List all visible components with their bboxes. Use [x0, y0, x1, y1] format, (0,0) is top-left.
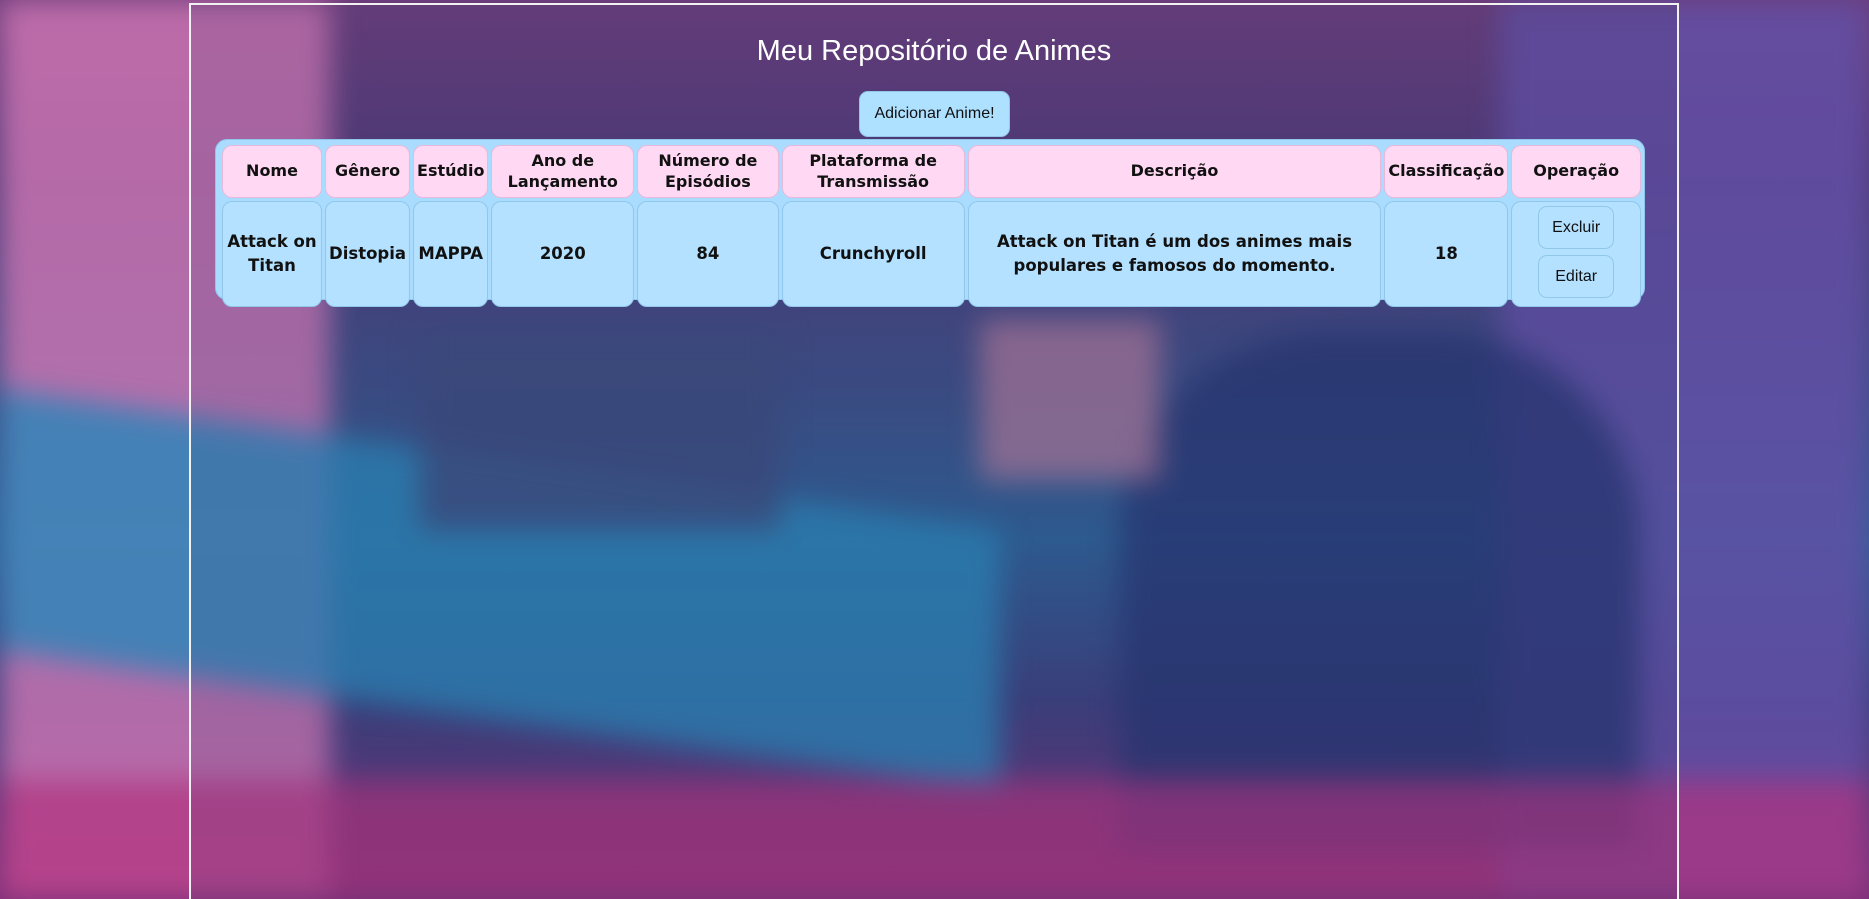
- cell-operacao: Excluir Editar: [1511, 201, 1641, 307]
- cell-classificacao: 18: [1384, 201, 1509, 307]
- anime-table: Nome Gênero Estúdio Ano de Lançamento Nú…: [219, 142, 1644, 310]
- page-title: Meu Repositório de Animes: [756, 35, 1112, 67]
- header-operacao: Operação: [1511, 145, 1641, 198]
- header-ano-lancamento: Ano de Lançamento: [491, 145, 635, 198]
- table-row: Attack on Titan Distopia MAPPA 2020 84 C…: [222, 201, 1641, 307]
- anime-table-container: Nome Gênero Estúdio Ano de Lançamento Nú…: [215, 139, 1645, 307]
- main-container: Meu Repositório de Animes: [189, 3, 1679, 899]
- cell-genero: Distopia: [325, 201, 411, 307]
- edit-button[interactable]: Editar: [1538, 255, 1615, 298]
- header-numero-episodios: Número de Episódios: [637, 145, 779, 198]
- cell-episodios: 84: [637, 201, 779, 307]
- delete-button[interactable]: Excluir: [1538, 206, 1615, 249]
- header-nome: Nome: [222, 145, 323, 198]
- add-anime-button[interactable]: Adicionar Anime!: [859, 91, 1010, 137]
- header-plataforma: Plataforma de Transmissão: [781, 145, 965, 198]
- header-descricao: Descrição: [967, 145, 1382, 198]
- header-estudio: Estúdio: [413, 145, 489, 198]
- header-classificacao: Classificação: [1384, 145, 1509, 198]
- cell-plataforma: Crunchyroll: [781, 201, 965, 307]
- table-header-row: Nome Gênero Estúdio Ano de Lançamento Nú…: [222, 145, 1641, 198]
- header-genero: Gênero: [325, 145, 411, 198]
- cell-descricao: Attack on Titan é um dos animes mais pop…: [967, 201, 1382, 307]
- cell-nome: Attack on Titan: [222, 201, 323, 307]
- cell-ano: 2020: [491, 201, 635, 307]
- cell-estudio: MAPPA: [413, 201, 489, 307]
